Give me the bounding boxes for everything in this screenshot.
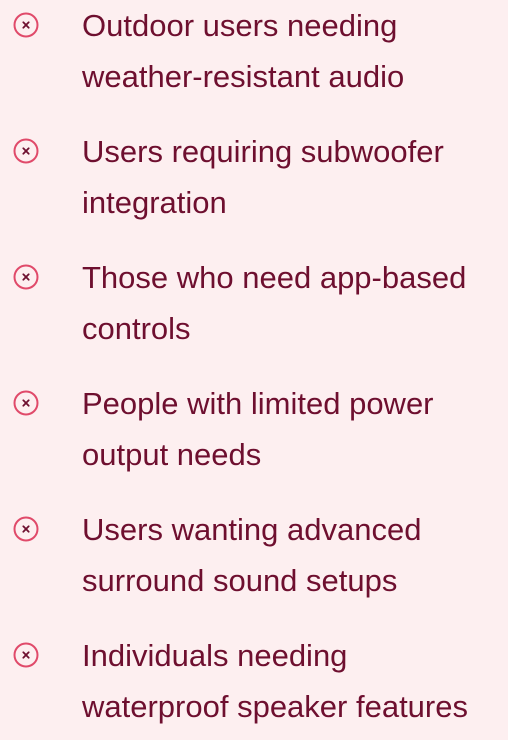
list-item-line-2: output needs (82, 437, 262, 472)
list-item: Outdoor users needing weather-resistant … (0, 0, 508, 110)
x-circle-icon (11, 262, 41, 292)
list-item: Those who need app-based controls (0, 252, 508, 362)
list-item-text: Users wanting advanced surround sound se… (82, 504, 508, 606)
x-circle-icon (11, 388, 41, 418)
list-item-line-2: waterproof speaker features (82, 689, 468, 724)
list-item: People with limited power output needs (0, 378, 508, 488)
list-item-line-1: Outdoor users needing (82, 8, 398, 43)
list-item-line-1: People with limited power (82, 386, 434, 421)
list-item: Users wanting advanced surround sound se… (0, 504, 508, 614)
list-item-line-1: Those who need app-based (82, 260, 467, 295)
list-item-text: Outdoor users needing weather-resistant … (82, 0, 508, 102)
list-item-text: Those who need app-based controls (82, 252, 508, 354)
list-item-text: Users requiring subwoofer integration (82, 126, 508, 228)
x-circle-icon (11, 10, 41, 40)
list-item-text: Individuals needing waterproof speaker f… (82, 630, 508, 732)
list-item-line-2: integration (82, 185, 227, 220)
list-item-line-1: Users requiring subwoofer (82, 134, 444, 169)
x-circle-icon (11, 514, 41, 544)
list-item-text: People with limited power output needs (82, 378, 508, 480)
not-for-list: Outdoor users needing weather-resistant … (0, 0, 508, 729)
list-item: Users requiring subwoofer integration (0, 126, 508, 236)
list-item-line-1: Individuals needing (82, 638, 348, 673)
x-circle-icon (11, 136, 41, 166)
x-circle-icon (11, 640, 41, 670)
list-item-line-2: controls (82, 311, 191, 346)
list-item-line-2: surround sound setups (82, 563, 398, 598)
list-item-line-1: Users wanting advanced (82, 512, 422, 547)
list-item-line-2: weather-resistant audio (82, 59, 405, 94)
list-item: Individuals needing waterproof speaker f… (0, 630, 508, 740)
